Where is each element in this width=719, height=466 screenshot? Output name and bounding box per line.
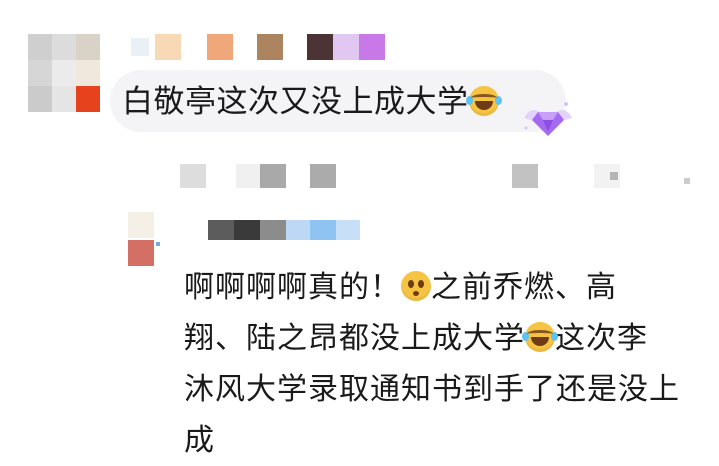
reply-text-segment: 之前乔燃、高: [431, 270, 617, 305]
comment-text: 白敬亭这次又没上成大学: [122, 82, 502, 122]
reply-line-2: 翔、陆之昂都没上成大学 这次李: [184, 313, 704, 364]
comment-meta-row: [180, 164, 690, 190]
reply-text-segment: 沐风大学录取通知书到手了还是没上: [184, 372, 680, 407]
reply-avatar[interactable]: [128, 212, 160, 268]
comment-text-label: 白敬亭这次又没上成大学: [122, 84, 469, 120]
commenter-name[interactable]: [131, 34, 389, 60]
gem-badge-icon: [520, 98, 576, 140]
reply-text-segment: 啊啊啊啊真的！: [184, 270, 401, 305]
reply-text-segment: 成: [184, 423, 215, 458]
reply-text-segment: 翔、陆之昂都没上成大学: [184, 321, 525, 356]
laugh-cry-emoji-icon: [522, 322, 558, 352]
reply-line-4: 成: [184, 415, 704, 466]
reply-line-1: 啊啊啊啊真的！ 之前乔燃、高: [184, 262, 704, 313]
flushed-face-emoji-icon: [401, 271, 431, 301]
reply-text: 啊啊啊啊真的！ 之前乔燃、高 翔、陆之昂都没上成大学 这次李 沐风大学录取通知书到手…: [184, 262, 704, 466]
reply-user-name[interactable]: [208, 218, 360, 240]
laugh-cry-emoji-icon: [465, 86, 502, 116]
reply-text-segment: 这次李: [555, 321, 648, 356]
commenter-avatar[interactable]: [28, 34, 100, 112]
reply-line-3: 沐风大学录取通知书到手了还是没上: [184, 364, 704, 415]
